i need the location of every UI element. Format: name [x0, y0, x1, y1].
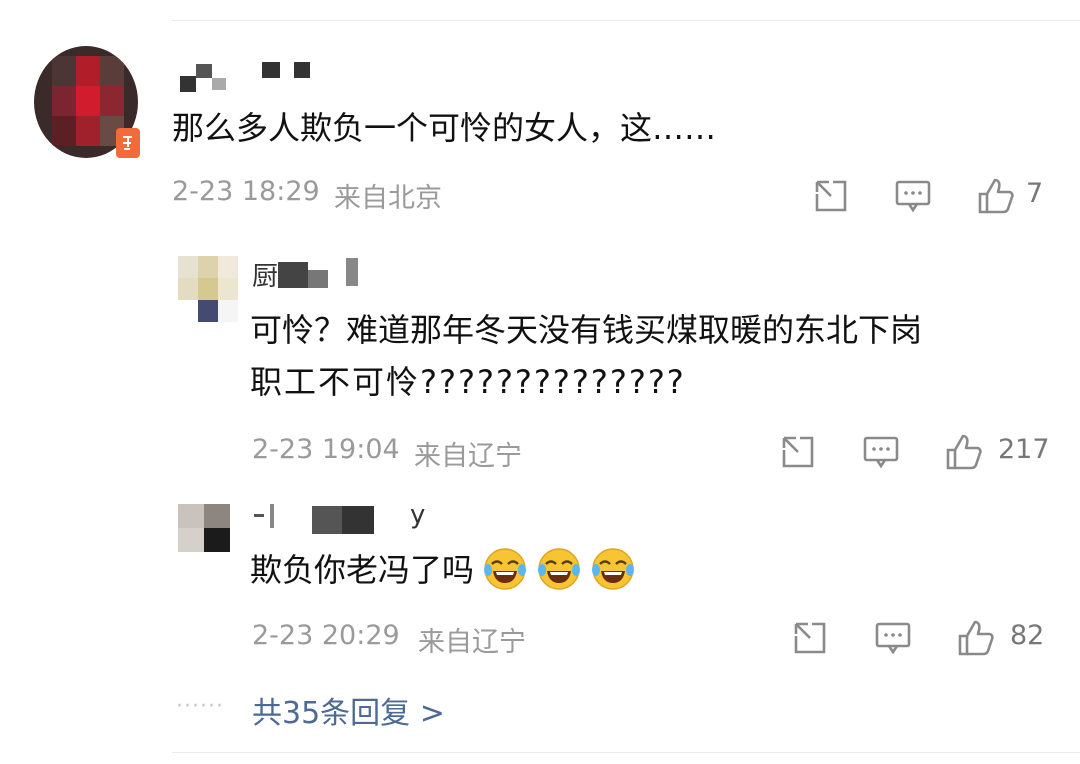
- reply-text-content: 欺负你老冯了吗: [250, 551, 475, 589]
- reply-time: 2-23 20:29: [252, 620, 400, 651]
- tears-of-joy-emoji-icon: [590, 546, 636, 592]
- tears-of-joy-emoji-icon: [536, 546, 582, 592]
- share-icon[interactable]: [778, 432, 818, 472]
- more-replies-link[interactable]: 共35条回复 >: [252, 688, 445, 732]
- bottom-divider: [172, 752, 1080, 753]
- reply-time: 2-23 19:04: [252, 434, 400, 465]
- reply-text: 欺负你老冯了吗: [250, 542, 636, 598]
- reply-location: 来自辽宁: [414, 441, 522, 472]
- avatar[interactable]: [178, 256, 238, 322]
- like-icon[interactable]: [944, 432, 984, 472]
- comment-icon[interactable]: [893, 176, 933, 216]
- comment-time: 2-23 18:29: [172, 176, 320, 207]
- like-icon[interactable]: [976, 176, 1016, 216]
- comment-icon[interactable]: [861, 432, 901, 472]
- like-count: 7: [1026, 178, 1044, 209]
- tears-of-joy-emoji-icon: [482, 546, 528, 592]
- reply-text-line-1: 可怜？难道那年冬天没有钱买煤取暖的东北下岗: [250, 311, 923, 349]
- avatar[interactable]: [178, 504, 230, 552]
- top-divider: [172, 20, 1080, 21]
- share-icon[interactable]: [811, 176, 851, 216]
- more-replies-dots: ······: [176, 694, 224, 719]
- reply-text-line-2: 职工不可怜??????????????: [250, 363, 686, 401]
- reply-location: 来自辽宁: [418, 627, 526, 658]
- comment-location: 来自北京: [334, 183, 442, 214]
- comment-icon[interactable]: [873, 618, 913, 658]
- share-icon[interactable]: [790, 618, 830, 658]
- comment-text: 那么多人欺负一个可怜的女人，这……: [172, 109, 717, 147]
- like-icon[interactable]: [956, 618, 996, 658]
- like-count: 82: [1010, 620, 1045, 651]
- verified-badge-icon: [116, 128, 140, 158]
- like-count: 217: [998, 434, 1050, 465]
